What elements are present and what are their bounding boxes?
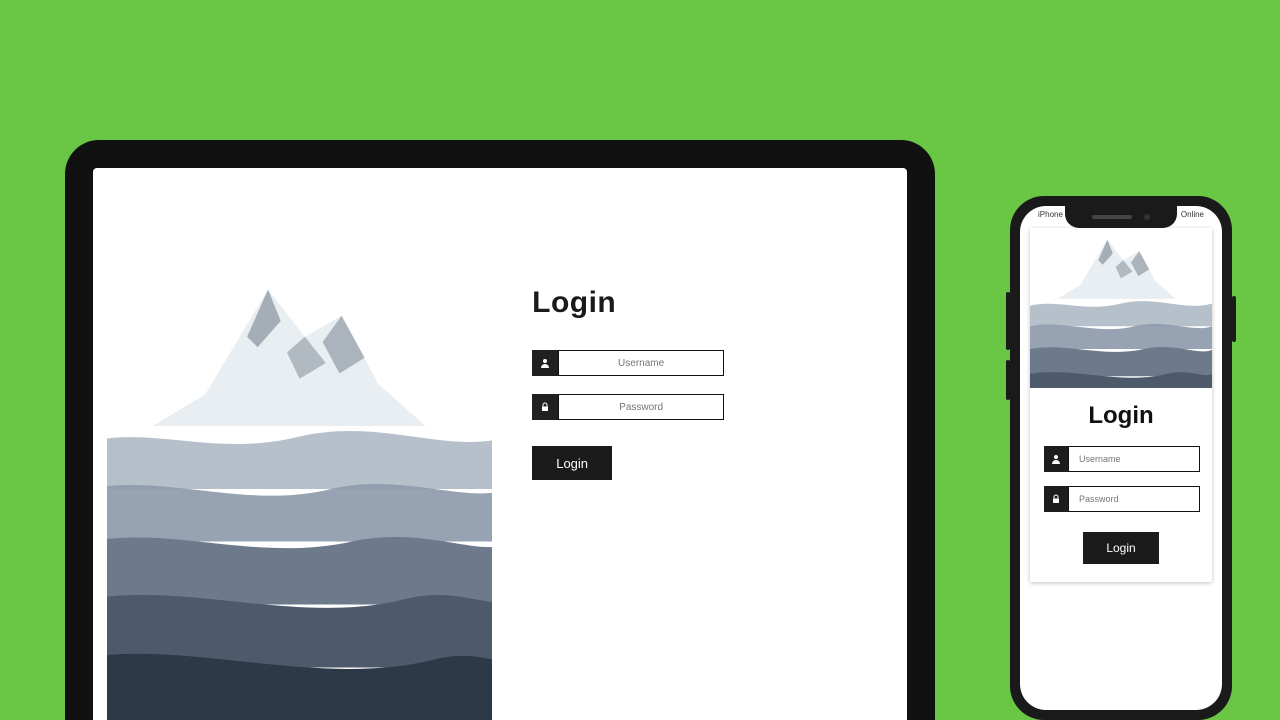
- lock-icon: [532, 394, 558, 420]
- phone-notch: [1065, 206, 1177, 228]
- password-field: [532, 394, 724, 420]
- username-field: [1044, 446, 1200, 472]
- password-input[interactable]: [558, 394, 724, 420]
- login-form-panel: Login: [1030, 388, 1212, 582]
- login-title: Login: [1088, 402, 1153, 430]
- password-input[interactable]: [1068, 486, 1200, 512]
- lock-icon: [1044, 486, 1068, 512]
- login-button[interactable]: Login: [532, 446, 612, 480]
- login-card: Login: [1030, 228, 1212, 582]
- login-form-panel: Login Login: [492, 174, 893, 720]
- laptop-device-frame: Login Login: [65, 140, 935, 720]
- laptop-screen: Login Login: [93, 168, 907, 720]
- status-left-label: iPhone: [1038, 210, 1063, 226]
- user-icon: [1044, 446, 1068, 472]
- login-button[interactable]: Login: [1083, 532, 1159, 564]
- password-field: [1044, 486, 1200, 512]
- login-title: Login: [532, 286, 893, 320]
- phone-screen: iPhone Online Login: [1020, 206, 1222, 710]
- login-hero-image: [1030, 228, 1212, 388]
- login-hero-image: [107, 174, 492, 720]
- user-icon: [532, 350, 558, 376]
- username-input[interactable]: [558, 350, 724, 376]
- username-input[interactable]: [1068, 446, 1200, 472]
- phone-device-frame: iPhone Online Login: [1010, 196, 1232, 720]
- status-right-label: Online: [1181, 210, 1204, 226]
- username-field: [532, 350, 724, 376]
